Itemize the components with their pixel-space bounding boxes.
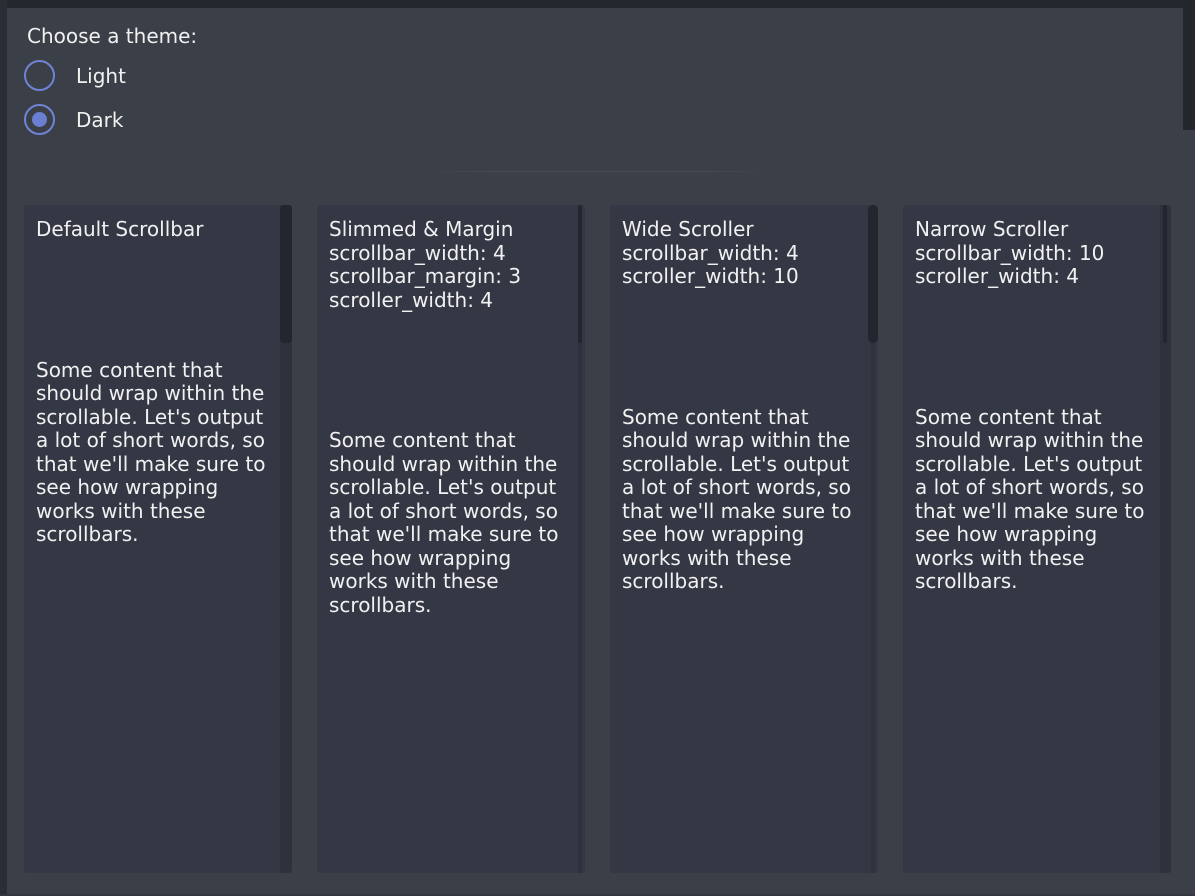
window-left-edge <box>0 0 7 896</box>
window-top-edge <box>0 0 1195 8</box>
scrollbar-thumb[interactable] <box>1163 205 1167 343</box>
panel-content: Some content that should wrap within the… <box>36 359 276 547</box>
panel-slimmed-margin[interactable]: Slimmed & Margin scrollbar_width: 4 scro… <box>317 205 585 873</box>
radio-dot-icon <box>32 112 47 127</box>
theme-chooser-label: Choose a theme: <box>27 24 197 48</box>
radio-option-light[interactable]: Light <box>24 60 126 91</box>
scrollbar-thumb[interactable] <box>578 205 582 343</box>
panel-wide-scroller[interactable]: Wide Scroller scrollbar_width: 4 scrolle… <box>610 205 878 873</box>
panel-body: Narrow Scroller scrollbar_width: 10 scro… <box>903 205 1171 594</box>
panel-body: Wide Scroller scrollbar_width: 4 scrolle… <box>610 205 878 594</box>
panel-content: Some content that should wrap within the… <box>622 406 862 594</box>
scrollbar-gallery: Default Scrollbar Some content that shou… <box>24 205 1171 873</box>
radio-icon[interactable] <box>24 60 55 91</box>
panel-default-scrollbar[interactable]: Default Scrollbar Some content that shou… <box>24 205 292 873</box>
panel-title: Slimmed & Margin <box>329 218 571 242</box>
panel-narrow-scroller[interactable]: Narrow Scroller scrollbar_width: 10 scro… <box>903 205 1171 873</box>
radio-label: Light <box>76 64 126 88</box>
radio-label: Dark <box>76 108 123 132</box>
panel-body: Default Scrollbar Some content that shou… <box>24 205 292 547</box>
radio-dot-icon <box>32 68 47 83</box>
panel-param: scrollbar_width: 4 <box>622 242 864 266</box>
scrollbar-thumb[interactable] <box>280 205 292 343</box>
panel-param: scrollbar_margin: 3 <box>329 265 571 289</box>
panel-param: scrollbar_width: 10 <box>915 242 1157 266</box>
page-scrollbar[interactable] <box>1183 0 1195 896</box>
panel-content: Some content that should wrap within the… <box>329 429 569 617</box>
panel-param: scroller_width: 4 <box>915 265 1157 289</box>
radio-option-dark[interactable]: Dark <box>24 104 123 135</box>
theme-chooser: Choose a theme: Light Dark <box>27 24 197 48</box>
panel-param: scrollbar_width: 4 <box>329 242 571 266</box>
section-divider <box>427 171 770 172</box>
panel-title: Wide Scroller <box>622 218 864 242</box>
scrollbar-thumb[interactable] <box>868 205 878 343</box>
panel-title: Narrow Scroller <box>915 218 1157 242</box>
page-scrollbar-thumb[interactable] <box>1183 0 1195 130</box>
radio-icon[interactable] <box>24 104 55 135</box>
panel-title: Default Scrollbar <box>36 218 278 242</box>
panel-param: scroller_width: 10 <box>622 265 864 289</box>
panel-body: Slimmed & Margin scrollbar_width: 4 scro… <box>317 205 585 617</box>
panel-content: Some content that should wrap within the… <box>915 406 1155 594</box>
panel-param: scroller_width: 4 <box>329 289 571 313</box>
